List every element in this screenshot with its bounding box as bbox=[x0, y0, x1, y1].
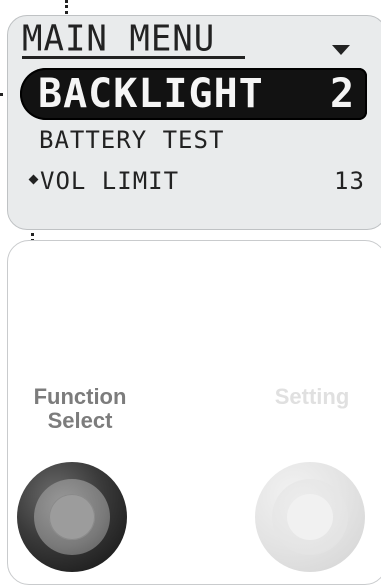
menu-title: MAIN MENU bbox=[22, 18, 216, 60]
function-select-knob-center bbox=[49, 494, 95, 540]
menu-title-underline bbox=[22, 56, 245, 59]
selected-item-value: 2 bbox=[330, 71, 355, 117]
menu-item-battery-test[interactable]: BATTERY TEST bbox=[39, 126, 224, 154]
function-select-label-line1: Function bbox=[33, 384, 127, 409]
selected-item-label: BACKLIGHT bbox=[38, 71, 264, 117]
menu-item-vol-limit[interactable]: VOL LIMIT bbox=[40, 167, 179, 195]
function-select-label-line2: Select bbox=[47, 408, 113, 433]
menu-item-vol-limit-value: 13 bbox=[334, 167, 365, 195]
leader-line-top bbox=[65, 0, 68, 14]
setting-knob-center bbox=[287, 494, 333, 540]
dropdown-arrow-icon[interactable] bbox=[332, 45, 350, 55]
function-select-label: Function Select bbox=[20, 385, 140, 433]
setting-label: Setting bbox=[274, 384, 350, 409]
